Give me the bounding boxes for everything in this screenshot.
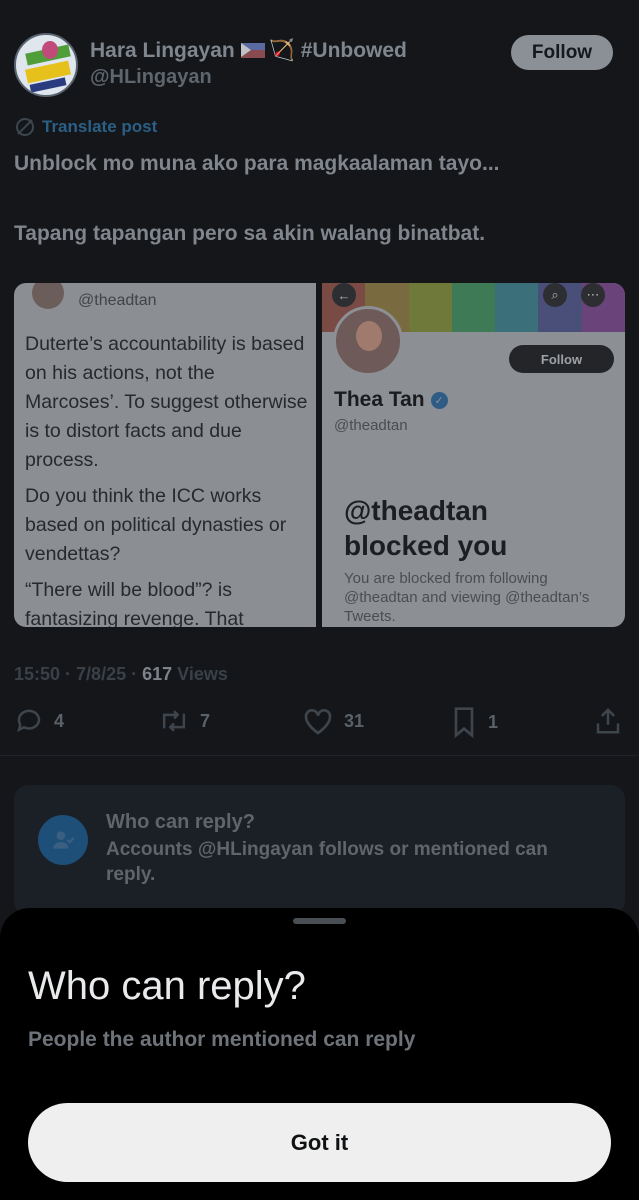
search-icon: ⌕	[543, 283, 567, 307]
divider	[0, 755, 639, 756]
profile-handle: @theadtan	[334, 417, 408, 434]
bookmark-button[interactable]: 1	[450, 706, 498, 738]
profile-display-name: Thea Tan	[334, 388, 425, 411]
screenshot-paragraph: Duterte’s accountability is based on his…	[25, 333, 308, 471]
screenshot-tweet[interactable]: @theadtan Duterte’s accountability is ba…	[14, 283, 316, 627]
verified-badge-icon: ✓	[430, 391, 448, 409]
post-time: 15:50	[14, 664, 61, 684]
screenshot-tweet-body: Duterte’s accountability is based on his…	[25, 330, 310, 627]
author-handle[interactable]: @HLingayan	[90, 66, 212, 89]
philippine-flag-icon	[240, 43, 265, 58]
post-detail: Hara Lingayan 🏹 #Unbowed @HLingayan Follo…	[0, 0, 639, 1200]
banner-segment	[451, 283, 496, 332]
banner-segment	[495, 283, 539, 332]
bottom-sheet: Who can reply? People the author mention…	[0, 908, 639, 1200]
translate-label: Translate post	[42, 117, 158, 136]
who-can-reply-banner: Who can reply? Accounts @HLingayan follo…	[14, 785, 625, 915]
post-metadata: 15:50 · 7/8/25 · 617 Views	[14, 664, 228, 684]
profile-name: Thea Tan ✓	[334, 388, 448, 412]
who-can-reply-title: Who can reply?	[106, 811, 255, 833]
bow-and-arrow-icon: 🏹	[268, 39, 295, 62]
back-arrow-icon: ←	[332, 283, 356, 307]
screenshot-paragraph: “There will be blood”? is fantasizing re…	[25, 579, 244, 627]
share-button[interactable]	[594, 706, 622, 736]
blocked-title-line: blocked you	[344, 530, 508, 561]
author-hashtag: #Unbowed	[300, 39, 407, 62]
action-bar: 4 7 31 1	[14, 706, 625, 746]
author-avatar[interactable]	[14, 33, 78, 97]
like-button[interactable]: 31	[302, 706, 364, 736]
sheet-grabber[interactable]	[293, 918, 346, 924]
reply-count: 4	[54, 710, 65, 731]
repost-count: 7	[200, 710, 211, 731]
post-text-line: Tapang tapangan pero sa akin walang bina…	[14, 222, 486, 245]
got-it-button[interactable]: Got it	[28, 1103, 611, 1182]
reply-button[interactable]: 4	[14, 706, 64, 736]
screenshot-handle: @theadtan	[78, 292, 157, 309]
bookmark-icon	[454, 707, 474, 738]
like-count: 31	[344, 710, 365, 731]
sheet-subtitle: People the author mentioned can reply	[28, 1028, 416, 1051]
post-date: 7/8/25	[76, 664, 127, 684]
bookmark-count: 1	[488, 711, 499, 732]
post-text: Unblock mo muna ako para magkaalaman tay…	[14, 150, 624, 248]
who-can-reply-description: Accounts @HLingayan follows or mentioned…	[106, 839, 548, 885]
repost-button[interactable]: 7	[158, 706, 210, 736]
blocked-description: You are blocked from following @theadtan…	[344, 570, 590, 625]
screenshot-profile[interactable]: ← ⌕ ⋯ Follow Thea Tan ✓ @theadtan @thead…	[322, 283, 625, 627]
more-icon: ⋯	[581, 283, 605, 307]
mentioned-user-icon	[38, 815, 88, 865]
author-name[interactable]: Hara Lingayan 🏹 #Unbowed	[90, 39, 407, 63]
blocked-title: @theadtan blocked you	[344, 493, 507, 563]
follow-button[interactable]: Follow	[511, 35, 613, 70]
post-media[interactable]: @theadtan Duterte’s accountability is ba…	[14, 283, 625, 627]
screenshot-follow-button: Follow	[509, 345, 614, 373]
banner-segment	[408, 283, 452, 332]
author-display-name: Hara Lingayan	[90, 39, 235, 62]
reply-icon	[17, 709, 41, 733]
heart-icon	[304, 709, 332, 735]
avatar	[32, 283, 64, 309]
translate-icon	[16, 118, 34, 136]
sheet-title: Who can reply?	[28, 964, 306, 1008]
views-label: Views	[177, 664, 228, 684]
screenshot-paragraph: Do you think the ICC works based on poli…	[25, 485, 287, 565]
repost-icon	[162, 710, 186, 732]
profile-avatar	[333, 306, 403, 376]
translate-post-link[interactable]: Translate post	[16, 117, 157, 137]
views-count[interactable]: 617	[142, 664, 172, 684]
share-icon	[596, 707, 620, 734]
blocked-title-line: @theadtan	[344, 495, 488, 526]
post-text-line: Unblock mo muna ako para magkaalaman tay…	[14, 152, 500, 175]
